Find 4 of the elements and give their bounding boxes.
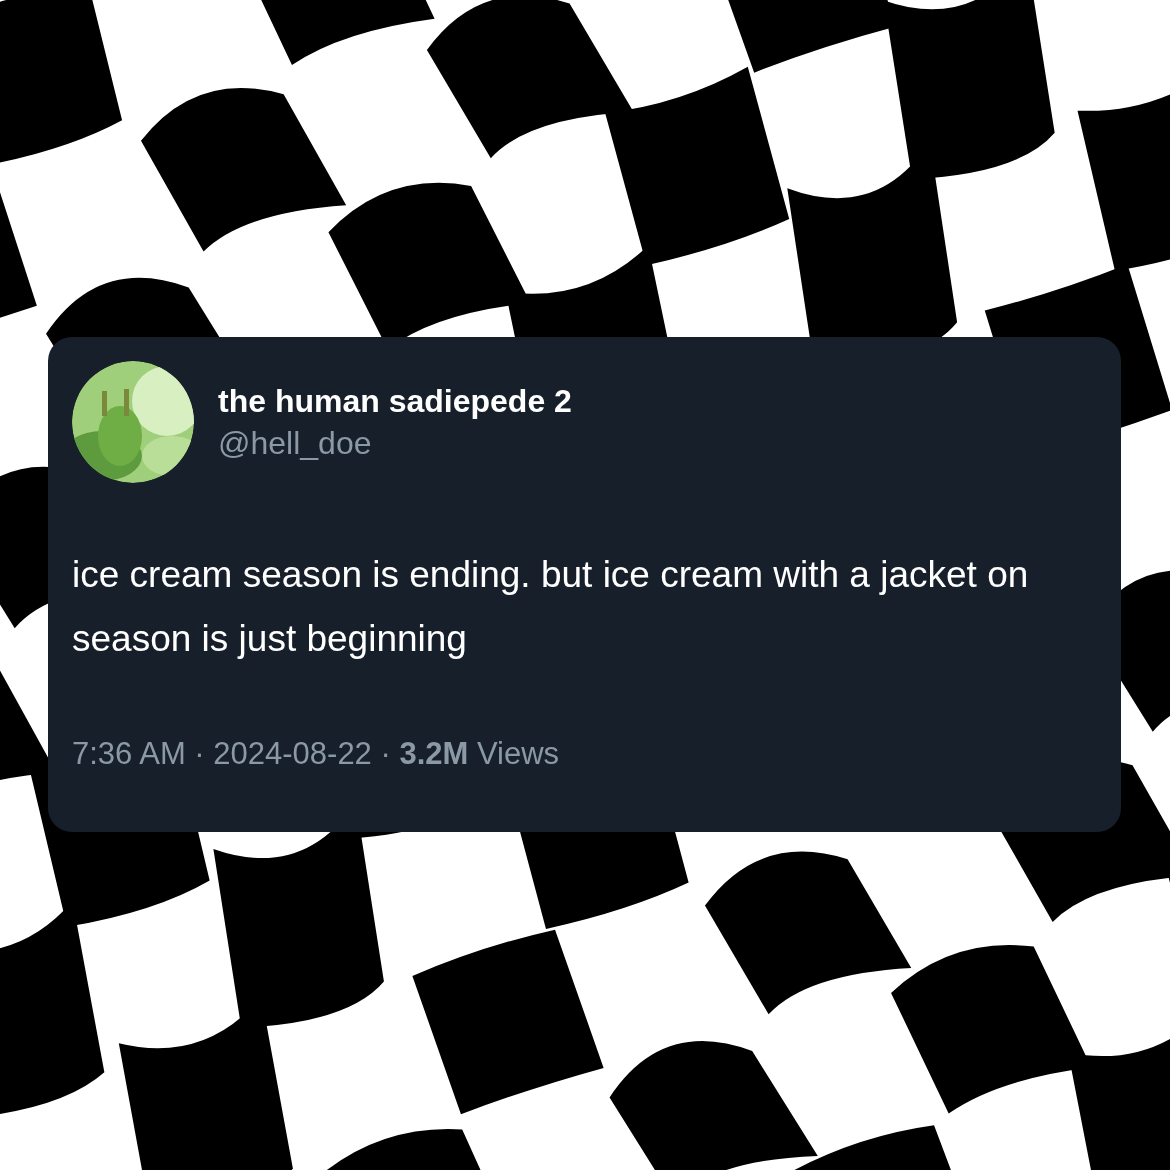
author-name: the human sadiepede 2	[218, 382, 572, 421]
post-text: ice cream season is ending. but ice cream with a jacket on season is just beginning	[72, 553, 1030, 661]
post-meta: 7:36 AM · 2024-08-22 · 3.2M Views	[72, 735, 561, 773]
author-handle: @hell_doe	[218, 424, 373, 463]
